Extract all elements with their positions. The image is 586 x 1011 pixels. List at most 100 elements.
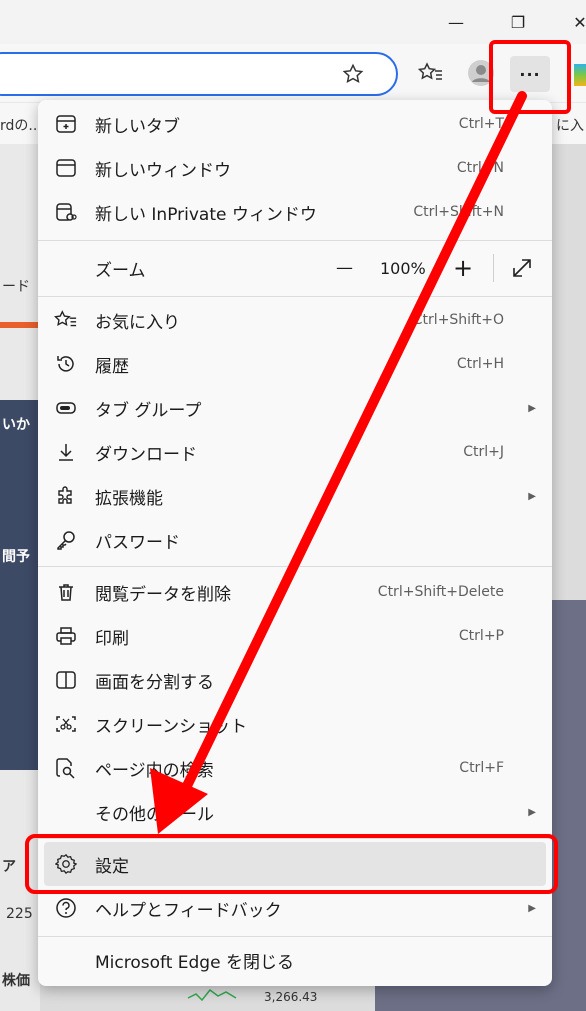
menu-item-shortcut: Ctrl+Shift+Delete [377, 584, 504, 600]
favorites-list-icon [418, 62, 442, 80]
screenshot-icon [54, 712, 78, 736]
menu-item-new-window[interactable]: 新しいウィンドウ Ctrl+N [38, 146, 552, 190]
title-bar: — ❐ ✕ [0, 0, 586, 44]
star-icon [342, 63, 364, 84]
menu-separator [38, 936, 552, 937]
favorites-icon [54, 308, 78, 332]
fullscreen-icon [513, 259, 531, 277]
download-icon [54, 440, 78, 464]
copilot-icon[interactable] [574, 64, 586, 86]
sparkline-chart [187, 988, 237, 1002]
page-text-fragment: 225 [6, 906, 33, 922]
menu-item-shortcut: Ctrl+J [463, 444, 504, 460]
plus-icon: + [453, 254, 474, 282]
menu-item-label: パスワード [95, 532, 180, 553]
menu-item-shortcut: Ctrl+P [458, 628, 504, 644]
minimize-icon: — [448, 12, 464, 32]
favorite-item[interactable]: に入 [556, 115, 584, 135]
menu-item-more-tools[interactable]: その他のツール ▶ [38, 790, 552, 834]
fullscreen-button[interactable] [510, 256, 534, 280]
split-screen-icon [54, 668, 78, 692]
menu-item-find-on-page[interactable]: ページ内の検索 Ctrl+F [38, 746, 552, 790]
help-icon [54, 896, 78, 920]
submenu-arrow-icon: ▶ [528, 806, 536, 818]
page-text-fragment: ア [2, 859, 16, 875]
highlight-box-more-button [489, 40, 571, 114]
key-icon [54, 528, 78, 552]
menu-item-print[interactable]: 印刷 Ctrl+P [38, 614, 552, 658]
minus-icon: — [336, 258, 353, 278]
menu-item-shortcut: Ctrl+F [459, 760, 504, 776]
menu-item-favorites[interactable]: お気に入り Ctrl+Shift+O [38, 298, 552, 342]
menu-item-label: 印刷 [95, 628, 129, 649]
menu-separator [38, 240, 552, 241]
printer-icon [54, 624, 78, 648]
submenu-arrow-icon: ▶ [528, 402, 536, 414]
zoom-divider [493, 254, 494, 282]
menu-item-label: お気に入り [95, 312, 180, 333]
menu-item-label: ヘルプとフィードバック [95, 900, 282, 921]
menu-item-shortcut: Ctrl+T [458, 116, 504, 132]
page-text-fragment: ード [2, 279, 30, 295]
menu-item-shortcut: Ctrl+Shift+N [413, 204, 504, 220]
menu-item-clear-browsing-data[interactable]: 閲覧データを削除 Ctrl+Shift+Delete [38, 570, 552, 614]
menu-item-label: ダウンロード [95, 444, 197, 465]
menu-item-zoom: ズーム — 100% + [38, 244, 552, 292]
menu-item-extensions[interactable]: 拡張機能 ▶ [38, 474, 552, 518]
menu-item-label: その他のツール [95, 804, 214, 825]
menu-item-label: スクリーンショット [95, 716, 248, 737]
menu-item-label: 拡張機能 [95, 488, 163, 509]
menu-item-label: 新しいウィンドウ [95, 160, 231, 181]
menu-item-label: 閲覧データを削除 [95, 584, 231, 605]
extensions-icon [54, 484, 78, 508]
close-window-button[interactable]: ✕ [568, 10, 586, 34]
menu-item-shortcut: Ctrl+Shift+O [412, 312, 504, 328]
zoom-in-button[interactable]: + [453, 254, 473, 282]
close-icon: ✕ [573, 12, 586, 32]
page-text-fragment: 間予 [2, 549, 30, 565]
favorite-item[interactable]: rdの... [0, 115, 42, 135]
minimize-button[interactable]: — [444, 10, 468, 34]
menu-separator [38, 296, 552, 297]
zoom-out-button[interactable]: — [336, 258, 353, 278]
menu-item-history[interactable]: 履歴 Ctrl+H [38, 342, 552, 386]
favorites-button[interactable] [416, 58, 446, 88]
menu-item-new-tab[interactable]: 新しいタブ Ctrl+T [38, 102, 552, 146]
menu-item-label: 履歴 [95, 356, 129, 377]
page-text-fragment: 株価 [2, 973, 30, 989]
menu-item-label: タブ グループ [95, 400, 202, 421]
inprivate-icon [54, 200, 78, 224]
highlight-box-settings [25, 834, 558, 894]
menu-item-tab-groups[interactable]: タブ グループ ▶ [38, 386, 552, 430]
restore-icon: ❐ [510, 12, 526, 32]
new-tab-icon [54, 112, 78, 136]
page-text-fragment: いか [2, 417, 30, 433]
submenu-arrow-icon: ▶ [528, 490, 536, 502]
menu-item-downloads[interactable]: ダウンロード Ctrl+J [38, 430, 552, 474]
submenu-arrow-icon: ▶ [528, 902, 536, 914]
menu-item-label: Microsoft Edge を閉じる [95, 952, 294, 973]
find-icon [54, 756, 78, 780]
restore-button[interactable]: ❐ [506, 10, 530, 34]
menu-item-passwords[interactable]: パスワード [38, 518, 552, 562]
zoom-label: ズーム [95, 260, 146, 281]
history-icon [54, 352, 78, 376]
window-icon [54, 156, 78, 180]
menu-item-label: 画面を分割する [95, 672, 214, 693]
tab-groups-icon [54, 396, 78, 420]
add-favorite-button[interactable] [338, 59, 368, 89]
menu-item-label: 新しい InPrivate ウィンドウ [95, 204, 317, 225]
menu-item-shortcut: Ctrl+H [456, 356, 504, 372]
menu-item-split-screen[interactable]: 画面を分割する [38, 658, 552, 702]
menu-item-label: 新しいタブ [95, 116, 180, 137]
address-bar[interactable] [0, 52, 398, 96]
menu-item-shortcut: Ctrl+N [456, 160, 504, 176]
menu-item-close-edge[interactable]: Microsoft Edge を閉じる [38, 938, 552, 982]
menu-item-label: ページ内の検索 [95, 760, 214, 781]
zoom-value: 100% [380, 258, 426, 278]
menu-item-new-inprivate[interactable]: 新しい InPrivate ウィンドウ Ctrl+Shift+N [38, 190, 552, 234]
stock-value: 3,266.43 [264, 990, 318, 1004]
menu-item-screenshot[interactable]: スクリーンショット [38, 702, 552, 746]
page-accent-bar [0, 322, 40, 328]
menu-separator [38, 566, 552, 567]
